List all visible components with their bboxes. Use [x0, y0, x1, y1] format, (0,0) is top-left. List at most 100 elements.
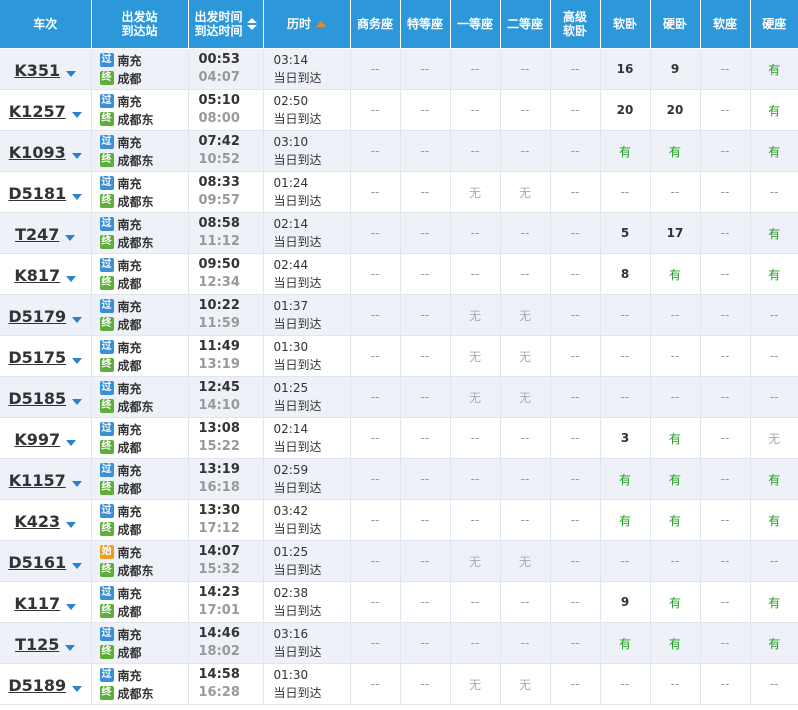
chevron-down-icon[interactable]: [71, 480, 82, 487]
seat-cell[interactable]: 无: [450, 335, 501, 377]
seat-cell[interactable]: 5: [600, 212, 651, 254]
seat-cell[interactable]: --: [750, 376, 798, 418]
seat-cell[interactable]: --: [600, 663, 651, 705]
chevron-down-icon[interactable]: [66, 603, 77, 610]
train-number-link[interactable]: K997: [14, 430, 60, 449]
seat-cell[interactable]: --: [500, 458, 551, 500]
seat-cell[interactable]: --: [550, 212, 601, 254]
seat-cell[interactable]: 有: [750, 212, 798, 254]
seat-cell[interactable]: --: [550, 540, 601, 582]
seat-cell[interactable]: --: [400, 376, 451, 418]
seat-cell[interactable]: 有: [750, 622, 798, 664]
seat-cell[interactable]: --: [650, 171, 701, 213]
seat-cell[interactable]: --: [550, 458, 601, 500]
seat-cell[interactable]: --: [400, 171, 451, 213]
seat-cell[interactable]: --: [650, 335, 701, 377]
seat-cell[interactable]: 有: [650, 458, 701, 500]
chevron-down-icon[interactable]: [71, 152, 82, 159]
seat-cell[interactable]: 有: [750, 89, 798, 131]
train-number-link[interactable]: D5181: [8, 184, 66, 203]
seat-cell[interactable]: --: [500, 253, 551, 295]
chevron-down-icon[interactable]: [72, 193, 83, 200]
chevron-down-icon[interactable]: [72, 685, 83, 692]
seat-cell[interactable]: --: [700, 581, 751, 623]
seat-cell[interactable]: 无: [500, 376, 551, 418]
seat-cell[interactable]: --: [700, 376, 751, 418]
seat-cell[interactable]: --: [450, 212, 501, 254]
seat-cell[interactable]: --: [400, 581, 451, 623]
seat-cell[interactable]: --: [700, 171, 751, 213]
seat-cell[interactable]: --: [500, 212, 551, 254]
chevron-down-icon[interactable]: [65, 234, 76, 241]
seat-cell[interactable]: 有: [750, 581, 798, 623]
seat-cell[interactable]: --: [350, 212, 401, 254]
chevron-down-icon[interactable]: [66, 439, 77, 446]
seat-cell[interactable]: --: [600, 376, 651, 418]
seat-cell[interactable]: --: [550, 335, 601, 377]
table-row[interactable]: D5185 过 南充 终 成都东 12:45 14:10 01:25 当日到达 …: [0, 376, 798, 418]
seat-cell[interactable]: 3: [600, 417, 651, 459]
seat-cell[interactable]: --: [550, 294, 601, 336]
seat-cell[interactable]: --: [750, 171, 798, 213]
seat-cell[interactable]: --: [400, 540, 451, 582]
seat-cell[interactable]: --: [400, 48, 451, 90]
table-row[interactable]: K117 过 南充 终 成都 14:23 17:01 02:38 当日到达 --…: [0, 581, 798, 623]
seat-cell[interactable]: --: [450, 622, 501, 664]
seat-cell[interactable]: --: [400, 89, 451, 131]
seat-cell[interactable]: --: [700, 335, 751, 377]
train-number-link[interactable]: K117: [14, 594, 60, 613]
seat-cell[interactable]: --: [700, 499, 751, 541]
seat-cell[interactable]: --: [700, 622, 751, 664]
seat-cell[interactable]: 有: [750, 458, 798, 500]
seat-cell[interactable]: 有: [650, 253, 701, 295]
seat-cell[interactable]: 无: [500, 540, 551, 582]
seat-cell[interactable]: --: [400, 294, 451, 336]
seat-cell[interactable]: --: [400, 622, 451, 664]
col-time-sort[interactable]: 出发时间 到达时间: [188, 0, 264, 49]
seat-cell[interactable]: --: [700, 253, 751, 295]
seat-cell[interactable]: 无: [750, 417, 798, 459]
table-row[interactable]: K817 过 南充 终 成都 09:50 12:34 02:44 当日到达 --…: [0, 253, 798, 295]
train-number-link[interactable]: T125: [15, 635, 59, 654]
seat-cell[interactable]: 无: [450, 294, 501, 336]
table-row[interactable]: K1257 过 南充 终 成都东 05:10 08:00 02:50 当日到达 …: [0, 89, 798, 131]
seat-cell[interactable]: --: [350, 253, 401, 295]
seat-cell[interactable]: --: [750, 663, 798, 705]
seat-cell[interactable]: --: [700, 48, 751, 90]
chevron-down-icon[interactable]: [72, 398, 83, 405]
table-row[interactable]: D5161 始 南充 终 成都东 14:07 15:32 01:25 当日到达 …: [0, 540, 798, 582]
train-number-link[interactable]: K1257: [9, 102, 66, 121]
sort-arrows-icon[interactable]: [246, 18, 257, 30]
seat-cell[interactable]: --: [450, 417, 501, 459]
seat-cell[interactable]: --: [400, 417, 451, 459]
seat-cell[interactable]: --: [600, 171, 651, 213]
seat-cell[interactable]: --: [400, 335, 451, 377]
seat-cell[interactable]: --: [450, 581, 501, 623]
seat-cell[interactable]: --: [750, 540, 798, 582]
train-number-link[interactable]: K351: [14, 61, 60, 80]
seat-cell[interactable]: 无: [450, 376, 501, 418]
seat-cell[interactable]: --: [650, 540, 701, 582]
seat-cell[interactable]: 无: [450, 663, 501, 705]
seat-cell[interactable]: --: [350, 581, 401, 623]
seat-cell[interactable]: --: [700, 294, 751, 336]
seat-cell[interactable]: 有: [650, 581, 701, 623]
seat-cell[interactable]: --: [350, 130, 401, 172]
chevron-down-icon[interactable]: [72, 316, 83, 323]
seat-cell[interactable]: 16: [600, 48, 651, 90]
train-number-link[interactable]: D5185: [8, 389, 66, 408]
seat-cell[interactable]: --: [550, 376, 601, 418]
seat-cell[interactable]: --: [350, 540, 401, 582]
seat-cell[interactable]: --: [550, 663, 601, 705]
seat-cell[interactable]: 20: [600, 89, 651, 131]
seat-cell[interactable]: --: [500, 130, 551, 172]
seat-cell[interactable]: --: [750, 335, 798, 377]
table-row[interactable]: K997 过 南充 终 成都 13:08 15:22 02:14 当日到达 --…: [0, 417, 798, 459]
seat-cell[interactable]: --: [700, 89, 751, 131]
seat-cell[interactable]: 有: [750, 253, 798, 295]
seat-cell[interactable]: --: [650, 294, 701, 336]
seat-cell[interactable]: --: [700, 417, 751, 459]
table-row[interactable]: D5175 过 南充 终 成都 11:49 13:19 01:30 当日到达 -…: [0, 335, 798, 377]
seat-cell[interactable]: --: [350, 376, 401, 418]
seat-cell[interactable]: --: [650, 376, 701, 418]
